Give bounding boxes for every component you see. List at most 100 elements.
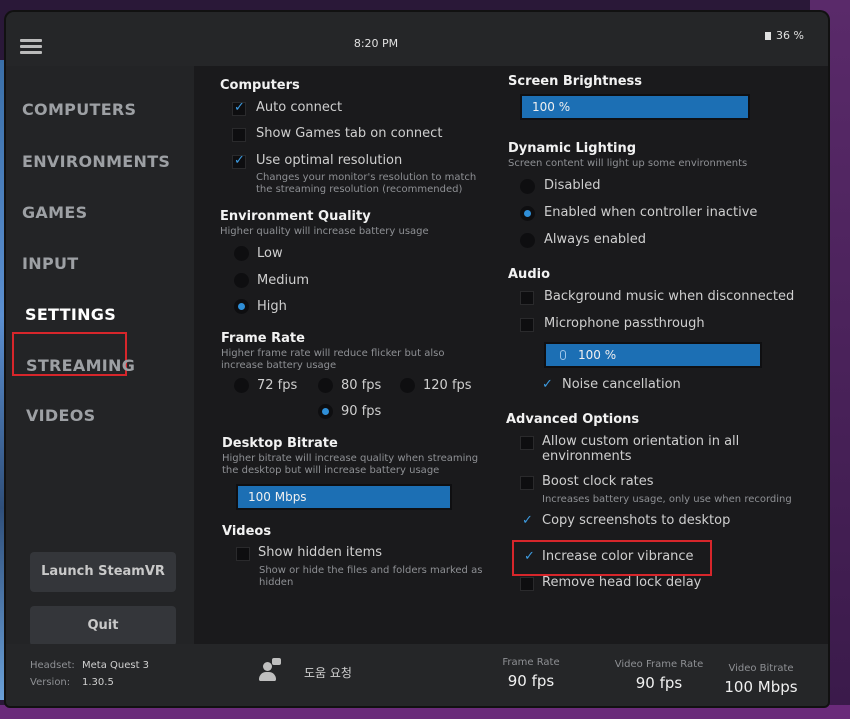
optimal-resolution-desc-line2: the streaming resolution (recommended) [256,184,463,195]
microphone-icon [560,350,566,360]
version-label: Version: [30,677,71,688]
fps-120-radio[interactable] [400,378,415,393]
video-frame-rate-stat-value: 90 fps [635,674,683,692]
video-frame-rate-stat-label: Video Frame Rate [614,659,704,670]
sidebar-item-environments[interactable]: ENVIRONMENTS [22,152,170,171]
battery-level: 36 % [776,29,804,42]
fps-72-radio[interactable] [234,378,249,393]
lighting-enabled-inactive-label: Enabled when controller inactive [544,205,758,220]
custom-orientation-label-line2: environments [542,449,632,464]
advanced-options-title: Advanced Options [506,412,640,427]
sidebar-item-streaming[interactable]: STREAMING [26,356,135,375]
frame-rate-subtitle-line2: increase battery usage [221,360,337,371]
custom-orientation-checkbox[interactable] [520,436,534,450]
show-games-tab-label: Show Games tab on connect [256,126,443,141]
auto-connect-checkbox[interactable]: ✓ [232,100,246,116]
video-bitrate-stat-value: 100 Mbps [724,678,798,696]
desktop-bitrate-subtitle-line2: the desktop but will increase battery us… [222,465,440,476]
fps-120-label: 120 fps [423,378,472,393]
frame-rate-stat-value: 90 fps [507,672,555,690]
show-hidden-desc-line1: Show or hide the files and folders marke… [259,565,483,576]
fps-72-label: 72 fps [257,378,298,393]
noise-cancellation-label: Noise cancellation [562,377,681,392]
boost-clock-label: Boost clock rates [542,474,654,489]
fps-80-label: 80 fps [341,378,382,393]
optimal-resolution-desc-line1: Changes your monitor's resolution to mat… [256,172,477,183]
sidebar-item-input[interactable]: INPUT [22,254,78,273]
show-hidden-checkbox[interactable] [236,547,250,561]
color-vibrance-label: Increase color vibrance [542,549,694,564]
headset-value: Meta Quest 3 [82,660,150,671]
copy-screenshots-checkbox[interactable]: ✓ [520,513,534,529]
help-request-label[interactable]: 도움 요청 [304,664,352,681]
battery-status: 36 % [765,29,804,42]
clock: 8:20 PM [353,37,399,50]
video-bitrate-stat-label: Video Bitrate [728,663,794,674]
quit-button[interactable]: Quit [30,606,176,646]
desktop-bitrate-slider[interactable]: 100 Mbps [236,484,452,510]
boost-clock-desc: Increases battery usage, only use when r… [542,494,792,505]
quality-low-label: Low [257,246,283,261]
sidebar-item-settings[interactable]: SETTINGS [25,305,116,324]
head-lock-label: Remove head lock delay [542,575,702,590]
computers-title: Computers [220,78,300,93]
desktop-bitrate-subtitle-line1: Higher bitrate will increase quality whe… [222,453,479,464]
fps-90-label: 90 fps [341,404,382,419]
settings-window: 8:20 PM 36 % COMPUTERS ENVIRONMENTS GAME… [6,12,828,706]
launch-steamvr-button[interactable]: Launch SteamVR [30,552,176,592]
battery-icon [765,32,772,40]
head-lock-checkbox[interactable] [520,577,534,591]
sidebar-item-videos[interactable]: VIDEOS [26,406,95,425]
screen-brightness-title: Screen Brightness [508,74,642,89]
quality-low-radio[interactable] [234,246,249,261]
mic-passthrough-label: Microphone passthrough [544,316,705,331]
lighting-disabled-radio[interactable] [520,179,535,194]
lighting-disabled-label: Disabled [544,178,601,193]
frame-rate-stat-label: Frame Rate [502,657,560,668]
desktop-bitrate-title: Desktop Bitrate [222,436,338,451]
footer-status-bar: Headset: Meta Quest 3 Version: 1.30.5 도움… [6,644,828,706]
mic-passthrough-checkbox[interactable] [520,318,534,332]
background-music-checkbox[interactable] [520,291,534,305]
custom-orientation-label-line1: Allow custom orientation in all [542,434,740,449]
screen-brightness-slider[interactable]: 100 % [520,94,750,120]
help-request-icon[interactable] [258,658,281,682]
quality-high-radio[interactable] [234,299,249,314]
show-games-tab-checkbox[interactable] [232,128,246,142]
dynamic-lighting-subtitle: Screen content will light up some enviro… [508,158,748,169]
frame-rate-subtitle-line1: Higher frame rate will reduce flicker bu… [221,348,445,359]
settings-content: Computers ✓ Auto connect Show Games tab … [194,66,828,644]
headset-label: Headset: [30,660,75,671]
fps-90-radio[interactable] [318,404,333,419]
quality-medium-radio[interactable] [234,273,249,288]
videos-title: Videos [222,524,272,539]
lighting-always-label: Always enabled [544,232,647,247]
show-hidden-desc-line2: hidden [259,577,294,588]
background-music-label: Background music when disconnected [544,289,795,304]
top-bar: 8:20 PM 36 % [6,12,828,66]
quality-medium-label: Medium [257,273,309,288]
sidebar-item-games[interactable]: GAMES [22,203,87,222]
optimal-resolution-label: Use optimal resolution [256,153,403,168]
dynamic-lighting-title: Dynamic Lighting [508,141,637,156]
background-bottom [0,705,850,719]
boost-clock-checkbox[interactable] [520,476,534,490]
auto-connect-label: Auto connect [256,100,343,115]
environment-quality-subtitle: Higher quality will increase battery usa… [220,226,429,237]
lighting-always-radio[interactable] [520,233,535,248]
copy-screenshots-label: Copy screenshots to desktop [542,513,731,528]
fps-80-radio[interactable] [318,378,333,393]
sidebar: COMPUTERS ENVIRONMENTS GAMES INPUT SETTI… [6,66,194,646]
lighting-enabled-inactive-radio[interactable] [520,206,535,221]
show-hidden-label: Show hidden items [258,545,383,560]
version-value: 1.30.5 [82,677,114,688]
audio-title: Audio [508,267,551,282]
color-vibrance-checkbox[interactable]: ✓ [522,549,536,565]
mic-level-slider[interactable]: 100 % [544,342,762,368]
noise-cancellation-checkbox[interactable]: ✓ [540,377,554,393]
quality-high-label: High [257,299,287,314]
optimal-resolution-checkbox[interactable]: ✓ [232,153,246,169]
frame-rate-title: Frame Rate [221,331,305,346]
mic-level-value: 100 % [578,348,617,362]
sidebar-item-computers[interactable]: COMPUTERS [22,100,136,119]
